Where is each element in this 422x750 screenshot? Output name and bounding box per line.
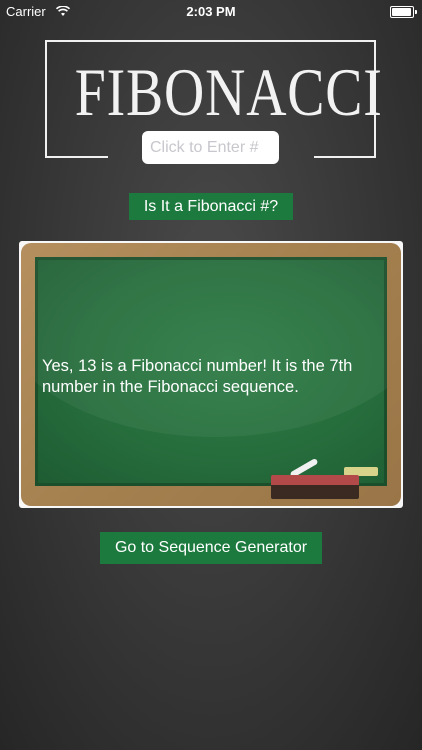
eraser-base	[271, 485, 359, 499]
check-fibonacci-button[interactable]: Is It a Fibonacci #?	[129, 193, 293, 220]
chalkboard: Yes, 13 is a Fibonacci number! It is the…	[19, 241, 403, 508]
frame-bottom-left-line	[45, 156, 108, 158]
status-bar: Carrier 2:03 PM	[0, 0, 422, 22]
frame-bottom-right-line	[314, 156, 376, 158]
battery-icon	[390, 6, 417, 18]
frame-left-line	[45, 40, 47, 158]
result-message: Yes, 13 is a Fibonacci number! It is the…	[42, 357, 353, 396]
app-title: FIBONACCI	[74, 54, 383, 130]
sequence-generator-button[interactable]: Go to Sequence Generator	[100, 532, 322, 564]
number-entry-field[interactable]	[142, 131, 279, 164]
status-time: 2:03 PM	[186, 4, 236, 19]
frame-top-line	[45, 40, 376, 42]
